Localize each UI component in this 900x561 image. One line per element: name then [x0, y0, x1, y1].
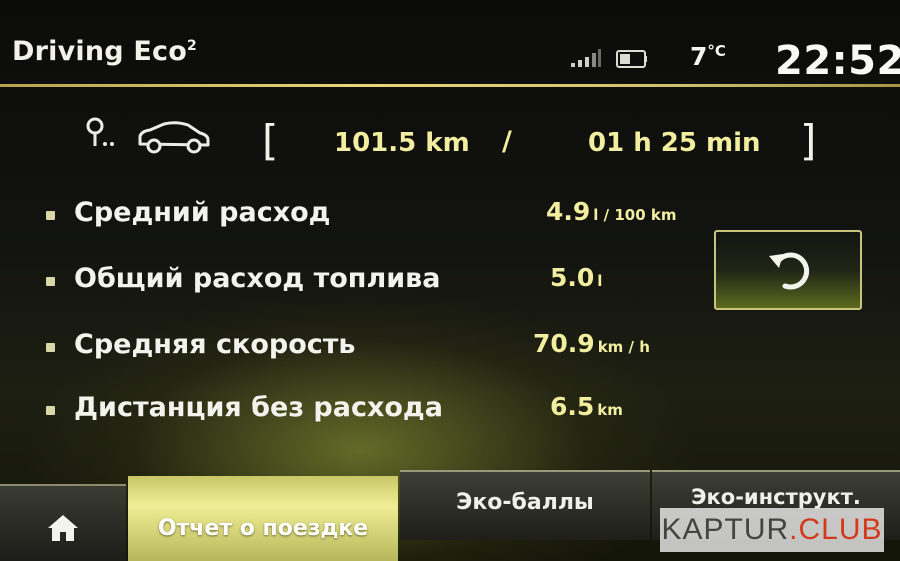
bullet-icon [46, 211, 55, 220]
bullet-icon [46, 406, 55, 415]
clock: 22:52 [775, 38, 900, 84]
app-title: Driving Eco2 [12, 36, 197, 67]
stat-row-total-fuel: Общий расход топлива 5.0 l [46, 261, 686, 301]
signal-strength-icon [571, 49, 601, 67]
trip-bracket-right: ] [800, 116, 817, 165]
trip-distance: 101.5 km [334, 128, 470, 158]
stat-label: Средний расход [74, 197, 331, 228]
home-icon [48, 514, 78, 541]
trip-route-car-icon [86, 117, 210, 154]
stat-row-avg-consumption: Средний расход 4.9 l / 100 km [46, 195, 686, 235]
bullet-icon [46, 277, 55, 286]
reset-trip-button[interactable] [714, 230, 862, 310]
stat-row-avg-speed: Средняя скорость 70.9 km / h [46, 327, 686, 367]
stat-label: Средняя скорость [74, 329, 356, 360]
tab-eco-points[interactable]: Эко-баллы [400, 470, 650, 540]
stat-value: 5.0 l [550, 263, 603, 292]
stat-label: Общий расход топлива [74, 263, 441, 294]
watermark: KAPTUR .CLUB [660, 508, 884, 552]
stat-row-zero-consumption-distance: Дистанция без расхода 6.5 km [46, 390, 686, 430]
stat-value: 4.9 l / 100 km [546, 197, 677, 226]
phone-battery-icon [616, 50, 647, 68]
bullet-icon [46, 343, 55, 352]
trip-separator: / [502, 126, 512, 157]
stat-value: 6.5 km [550, 392, 623, 421]
reset-arrow-icon [769, 252, 810, 290]
outside-temperature: 7°C [690, 42, 726, 71]
tab-home[interactable] [0, 484, 126, 561]
trip-bracket-left: [ [262, 116, 279, 165]
status-header: Driving Eco2 7°C 22:52 [0, 28, 900, 86]
trip-duration: 01 h 25 min [588, 128, 761, 158]
stat-label: Дистанция без расхода [74, 392, 443, 423]
eco-driving-screen: Driving Eco2 7°C 22:52 [ 101.5 km / 01 h… [0, 0, 900, 561]
stat-value: 70.9 km / h [533, 329, 650, 358]
tab-trip-report[interactable]: Отчет о поездке [128, 476, 398, 561]
header-divider [0, 84, 900, 87]
